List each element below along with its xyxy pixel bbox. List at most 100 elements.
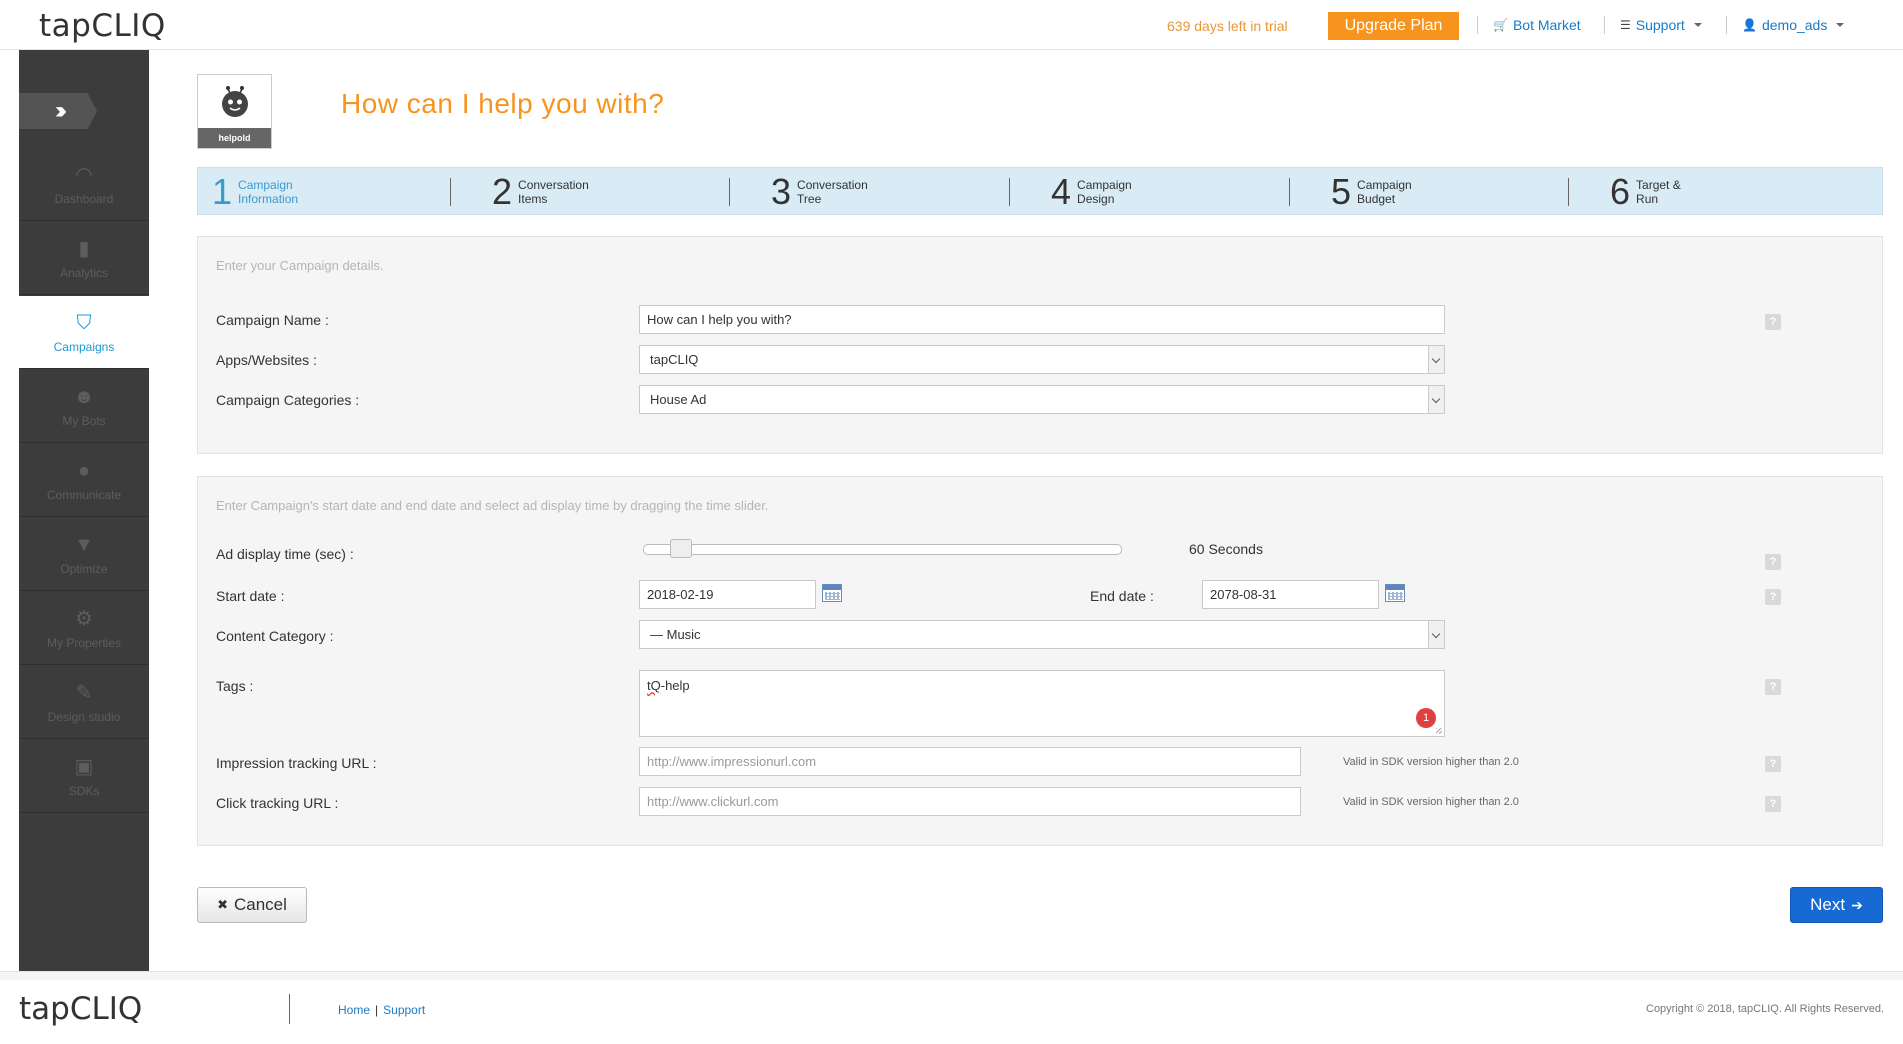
tags-textarea[interactable]: tQ-help 1	[639, 670, 1445, 737]
sidebar-item-label: Dashboard	[54, 192, 114, 206]
help-icon[interactable]: ?	[1765, 796, 1781, 812]
step-label: Conversation Items	[518, 178, 589, 206]
campaign-categories-select[interactable]: House Ad	[639, 385, 1445, 414]
start-date-label: Start date :	[216, 588, 285, 604]
campaign-details-hint: Enter your Campaign details.	[216, 258, 384, 273]
upgrade-plan-button[interactable]: Upgrade Plan	[1328, 12, 1459, 40]
bot-icon: ☻	[73, 386, 95, 408]
help-icon[interactable]: ?	[1765, 554, 1781, 570]
trial-remaining: 639 days left in trial	[1167, 18, 1288, 34]
impression-url-label: Impression tracking URL :	[216, 755, 377, 771]
footer: tapCLIQ Home | Support Copyright © 2018, t…	[0, 971, 1903, 1044]
step-campaign-budget[interactable]: 5 Campaign Budget	[1331, 168, 1412, 216]
start-date-input[interactable]: 2018-02-19	[639, 580, 816, 609]
chevron-down-icon	[1428, 621, 1444, 648]
cart-icon: 🛒	[1493, 18, 1508, 32]
sidebar-item-label: Communicate	[46, 488, 122, 502]
support-label: Support	[1635, 17, 1685, 33]
sidebar-item-sdks[interactable]: ▣ SDKs	[19, 740, 149, 813]
help-icon[interactable]: ?	[1765, 679, 1781, 695]
tags-value: tQ-help	[647, 678, 690, 693]
calendar-icon[interactable]	[822, 584, 842, 602]
click-sdk-note: Valid in SDK version higher than 2.0	[1343, 796, 1519, 808]
apps-websites-value: tapCLIQ	[650, 352, 699, 367]
header-divider	[1604, 16, 1605, 34]
chevron-down-icon	[1836, 23, 1845, 27]
resize-handle-icon[interactable]	[1436, 728, 1442, 734]
sidebar: ››› ◠ Dashboard ▮ Analytics ⛉ Campaigns …	[19, 50, 149, 971]
ad-display-time-label: Ad display time (sec) :	[216, 546, 354, 562]
footer-brand-logo: tapCLIQ	[19, 991, 143, 1027]
step-label: Campaign Information	[238, 178, 299, 206]
sidebar-toggle-button[interactable]: ›››	[19, 93, 97, 129]
cancel-button[interactable]: ✖ Cancel	[197, 887, 307, 923]
sidebar-item-optimize[interactable]: ▼ Optimize	[19, 518, 149, 591]
sdk-icon: ▣	[74, 756, 94, 778]
help-icon[interactable]: ?	[1765, 589, 1781, 605]
step-divider	[1568, 178, 1569, 206]
step-number: 5	[1331, 171, 1352, 212]
calendar-icon[interactable]	[1385, 584, 1405, 602]
ad-display-time-slider[interactable]	[643, 544, 1122, 555]
sidebar-item-dashboard[interactable]: ◠ Dashboard	[19, 148, 149, 221]
bot-market-label: Bot Market	[1512, 17, 1581, 33]
design-icon: ✎	[75, 682, 93, 704]
apps-websites-label: Apps/Websites :	[216, 352, 317, 368]
step-label: Campaign Design	[1077, 178, 1132, 206]
arrow-right-icon: ➔	[1851, 896, 1863, 913]
avatar-caption: helpold	[198, 128, 271, 148]
help-icon[interactable]: ?	[1765, 756, 1781, 772]
step-number: 3	[771, 171, 792, 212]
impression-url-input[interactable]: http://www.impressionurl.com	[639, 747, 1301, 776]
step-conversation-tree[interactable]: 3 Conversation Tree	[771, 168, 868, 216]
footer-support-link[interactable]: Support	[383, 1003, 425, 1017]
end-date-label: End date :	[1090, 588, 1154, 604]
footer-home-link[interactable]: Home	[338, 1003, 370, 1017]
step-campaign-information[interactable]: 1 Campaign Information	[212, 168, 298, 216]
step-campaign-design[interactable]: 4 Campaign Design	[1051, 168, 1132, 216]
ad-display-time-value: 60 Seconds	[1189, 541, 1263, 557]
gear-icon: ⚙	[75, 608, 93, 630]
close-icon: ✖	[217, 897, 228, 912]
sidebar-item-label: Design studio	[47, 710, 121, 724]
step-conversation-items[interactable]: 2 Conversation Items	[492, 168, 589, 216]
step-number: 6	[1610, 171, 1631, 212]
robot-icon	[222, 86, 248, 117]
help-icon[interactable]: ?	[1765, 314, 1781, 330]
sidebar-item-label: Optimize	[60, 562, 108, 576]
content-category-label: Content Category :	[216, 628, 334, 644]
footer-links: Home | Support	[338, 1003, 425, 1017]
campaign-name-label: Campaign Name :	[216, 312, 329, 328]
sidebar-item-analytics[interactable]: ▮ Analytics	[19, 222, 149, 295]
top-header: tapCLIQ 639 days left in trial Upgrade P…	[0, 0, 1903, 50]
chevron-down-icon	[1428, 346, 1444, 373]
schedule-hint: Enter Campaign's start date and end date…	[216, 498, 769, 513]
sidebar-item-my-properties[interactable]: ⚙ My Properties	[19, 592, 149, 665]
click-url-input[interactable]: http://www.clickurl.com	[639, 787, 1301, 816]
step-divider	[729, 178, 730, 206]
sidebar-item-campaigns[interactable]: ⛉ Campaigns	[19, 296, 149, 369]
campaign-categories-value: House Ad	[650, 392, 707, 407]
sidebar-item-my-bots[interactable]: ☻ My Bots	[19, 370, 149, 443]
sidebar-item-label: My Properties	[46, 636, 122, 650]
brand-logo[interactable]: tapCLIQ	[39, 8, 166, 44]
sidebar-item-communicate[interactable]: ● Communicate	[19, 444, 149, 517]
content-category-select[interactable]: — Music	[639, 620, 1445, 649]
sidebar-item-design-studio[interactable]: ✎ Design studio	[19, 666, 149, 739]
next-button[interactable]: Next ➔	[1790, 887, 1883, 923]
step-number: 2	[492, 171, 513, 212]
bot-market-link[interactable]: 🛒 Bot Market	[1493, 17, 1581, 33]
apps-websites-select[interactable]: tapCLIQ	[639, 345, 1445, 374]
step-number: 4	[1051, 171, 1072, 212]
user-menu[interactable]: 👤 demo_ads	[1742, 17, 1845, 33]
step-divider	[1009, 178, 1010, 206]
step-target-run[interactable]: 6 Target & Run	[1610, 168, 1681, 216]
impression-sdk-note: Valid in SDK version higher than 2.0	[1343, 756, 1519, 768]
header-divider	[1726, 16, 1727, 34]
chevron-down-icon	[1428, 386, 1444, 413]
slider-handle[interactable]	[670, 539, 693, 558]
step-label: Conversation Tree	[797, 178, 868, 206]
campaign-name-input[interactable]: How can I help you with?	[639, 305, 1445, 334]
support-menu[interactable]: ☰ Support	[1620, 17, 1702, 33]
end-date-input[interactable]: 2078-08-31	[1202, 580, 1379, 609]
